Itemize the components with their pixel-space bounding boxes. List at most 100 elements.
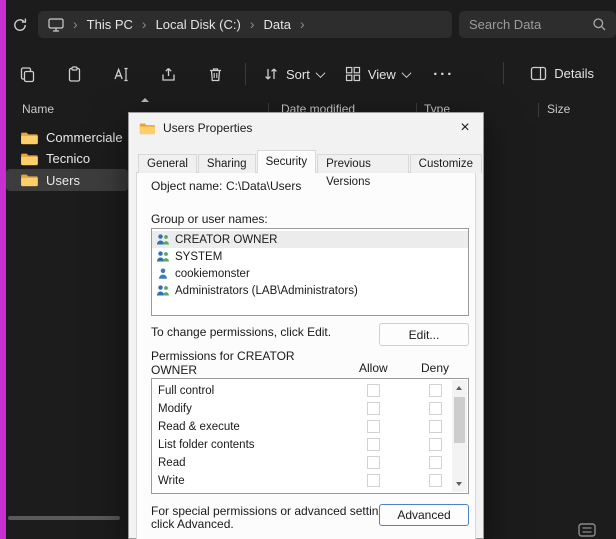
copy-button[interactable] — [10, 57, 44, 91]
tab-previous-versions[interactable]: Previous Versions — [317, 154, 409, 173]
refresh-icon — [12, 17, 28, 33]
allow-checkbox[interactable] — [367, 474, 380, 487]
paste-button[interactable] — [57, 57, 91, 91]
deny-checkbox[interactable] — [429, 420, 442, 433]
group-icon — [156, 284, 170, 297]
share-icon — [160, 66, 177, 83]
breadcrumb-chevron-icon[interactable]: › — [142, 17, 147, 31]
principal-name: cookiemonster — [175, 268, 250, 280]
deny-checkbox[interactable] — [429, 474, 442, 487]
permission-name: Full control — [158, 385, 214, 397]
deny-column-label: Deny — [421, 361, 449, 375]
permission-row-write[interactable]: Write — [152, 472, 468, 490]
principal-row-cookiemonster[interactable]: cookiemonster — [152, 265, 468, 282]
refresh-button[interactable] — [9, 14, 31, 36]
permission-row-read-execute[interactable]: Read & execute — [152, 418, 468, 436]
users-properties-dialog: Users Properties × General Sharing Secur… — [128, 112, 484, 539]
column-name[interactable]: Name — [22, 102, 54, 116]
deny-checkbox[interactable] — [429, 438, 442, 451]
file-row-users[interactable]: Users — [6, 169, 128, 191]
this-pc-icon — [48, 18, 64, 32]
group-icon — [156, 233, 170, 246]
breadcrumb-this-pc[interactable]: This PC — [87, 17, 133, 32]
file-name: Commerciale — [46, 130, 123, 145]
edit-button[interactable]: Edit... — [379, 323, 469, 346]
permissions-label-line1: Permissions for CREATOR — [151, 349, 295, 363]
paste-icon — [66, 66, 83, 83]
principal-row-creator-owner[interactable]: CREATOR OWNER — [152, 231, 468, 248]
allow-checkbox[interactable] — [367, 438, 380, 451]
folder-icon — [139, 122, 155, 135]
permission-name: Modify — [158, 403, 192, 415]
address-bar[interactable]: › This PC › Local Disk (C:) › Data › — [38, 11, 452, 38]
details-icon — [530, 66, 547, 81]
scroll-up-icon[interactable] — [456, 386, 462, 390]
breadcrumb-local-disk[interactable]: Local Disk (C:) — [156, 17, 241, 32]
items-view-icon[interactable] — [578, 523, 596, 537]
advanced-hint-line2: click Advanced. — [151, 517, 234, 531]
permissions-list[interactable]: Full control Modify Read & execute List … — [151, 378, 469, 494]
column-size[interactable]: Size — [547, 102, 570, 116]
edit-hint: To change permissions, click Edit. — [151, 325, 331, 339]
delete-button[interactable] — [198, 57, 232, 91]
deny-checkbox[interactable] — [429, 402, 442, 415]
command-toolbar: Sort View ··· — [10, 56, 461, 92]
permission-row-full-control[interactable]: Full control — [152, 382, 468, 400]
allow-column-label: Allow — [359, 361, 388, 375]
sort-dropdown[interactable]: Sort — [259, 57, 328, 91]
search-box[interactable] — [459, 11, 616, 38]
principal-row-system[interactable]: SYSTEM — [152, 248, 468, 265]
permission-name: Read & execute — [158, 421, 240, 433]
tab-security[interactable]: Security — [257, 150, 317, 173]
breadcrumb-chevron-icon[interactable]: › — [250, 17, 255, 31]
search-icon[interactable] — [592, 17, 607, 32]
allow-checkbox[interactable] — [367, 384, 380, 397]
permission-row-modify[interactable]: Modify — [152, 400, 468, 418]
copy-icon — [19, 66, 36, 83]
vertical-scrollbar[interactable] — [452, 380, 467, 492]
view-dropdown[interactable]: View — [341, 57, 414, 91]
principal-name: SYSTEM — [175, 251, 222, 263]
scroll-down-icon[interactable] — [456, 482, 462, 486]
tab-general[interactable]: General — [138, 154, 197, 173]
file-row-commerciale[interactable]: Commerciale — [6, 127, 128, 148]
permission-row-list-folder-contents[interactable]: List folder contents — [152, 436, 468, 454]
breadcrumb-chevron-icon[interactable]: › — [300, 17, 305, 31]
close-icon[interactable]: × — [452, 116, 478, 140]
file-name: Tecnico — [46, 151, 90, 166]
share-button[interactable] — [151, 57, 185, 91]
object-name-value: C:\Data\Users — [226, 179, 301, 193]
principal-name: Administrators (LAB\Administrators) — [175, 285, 358, 297]
chevron-down-icon — [401, 68, 411, 78]
group-user-list[interactable]: CREATOR OWNER SYSTEM cookiemonster Admin… — [151, 228, 469, 316]
column-divider[interactable] — [538, 103, 539, 117]
group-list-label: Group or user names: — [151, 212, 268, 226]
explorer-window: › This PC › Local Disk (C:) › Data › — [0, 0, 616, 539]
more-options-button[interactable]: ··· — [427, 57, 461, 91]
permission-row-read[interactable]: Read — [152, 454, 468, 472]
scrollbar-thumb[interactable] — [454, 397, 465, 443]
sort-ascending-icon — [141, 98, 149, 102]
breadcrumb-chevron-icon[interactable]: › — [73, 17, 78, 31]
rename-button[interactable] — [104, 57, 138, 91]
tab-customize[interactable]: Customize — [410, 154, 482, 173]
allow-checkbox[interactable] — [367, 456, 380, 469]
deny-checkbox[interactable] — [429, 384, 442, 397]
breadcrumb-data[interactable]: Data — [264, 17, 291, 32]
allow-checkbox[interactable] — [367, 402, 380, 415]
tab-sharing[interactable]: Sharing — [198, 154, 256, 173]
folder-icon — [20, 152, 38, 166]
principal-row-administrators[interactable]: Administrators (LAB\Administrators) — [152, 282, 468, 299]
search-input[interactable] — [469, 17, 586, 32]
advanced-button[interactable]: Advanced — [379, 504, 469, 526]
folder-icon — [20, 173, 38, 187]
details-pane-button[interactable]: Details — [522, 56, 602, 90]
toolbar-divider — [503, 62, 504, 84]
allow-checkbox[interactable] — [367, 420, 380, 433]
group-icon — [156, 250, 170, 263]
dialog-titlebar[interactable]: Users Properties × — [129, 113, 483, 143]
deny-checkbox[interactable] — [429, 456, 442, 469]
permission-name: Read — [158, 457, 186, 469]
file-row-tecnico[interactable]: Tecnico — [6, 148, 128, 169]
horizontal-scrollbar[interactable] — [8, 516, 120, 520]
